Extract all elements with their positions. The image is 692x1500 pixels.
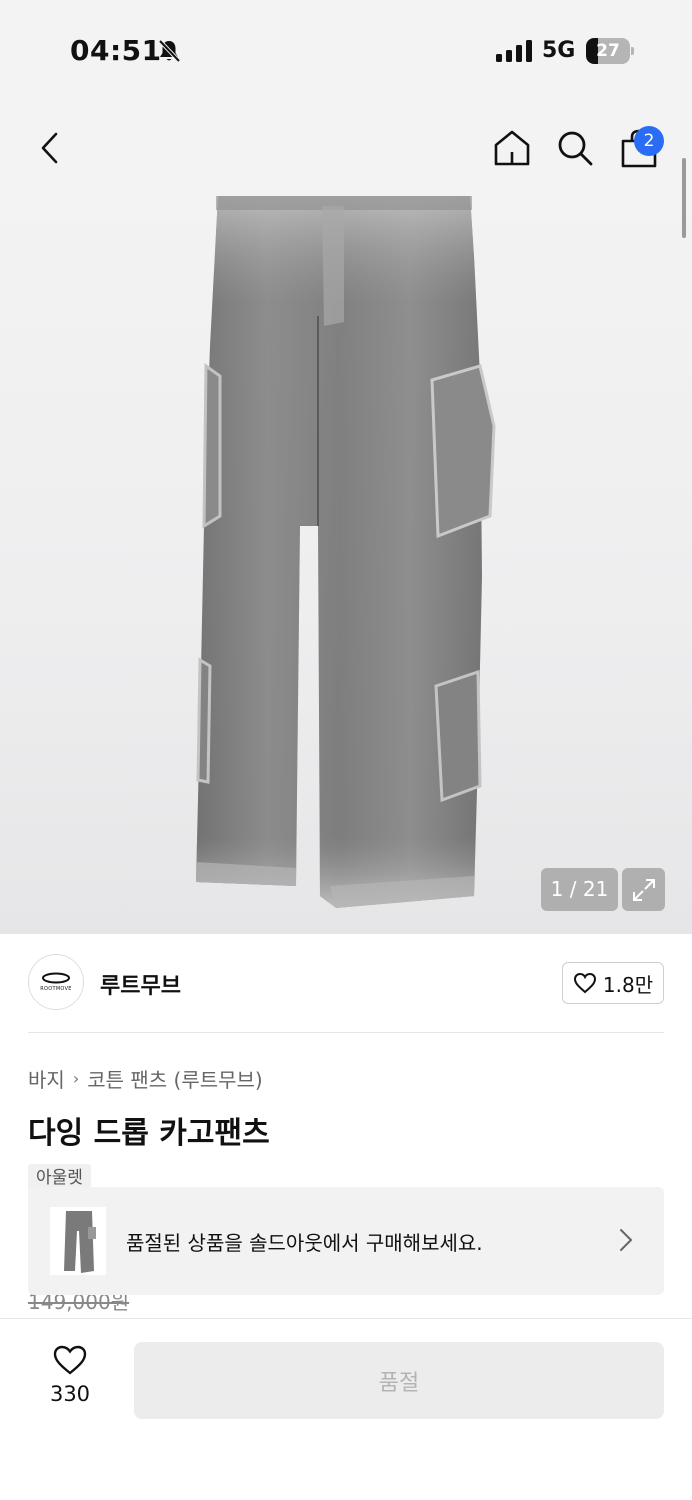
network-type: 5G [542,38,576,63]
heart-icon [53,1345,87,1375]
section-divider [28,1032,664,1033]
product-title: 다잉 드롭 카고팬츠 [28,1116,270,1151]
breadcrumb-category[interactable]: 바지 [28,1064,65,1093]
breadcrumb-subcategory[interactable]: 코튼 팬츠 (루트무브) [87,1064,263,1093]
expand-icon [632,878,655,901]
bell-muted-icon [158,39,181,63]
chevron-left-icon [41,132,58,164]
product-image-gallery[interactable]: 1 / 21 [0,196,692,934]
status-time: 04:51 [70,34,162,67]
banner-product-thumbnail [50,1207,106,1275]
breadcrumb: 바지 › 코튼 팬츠 (루트무브) [28,1064,263,1093]
wishlist-count: 330 [49,1382,91,1406]
soldout-promo-banner[interactable]: 품절된 상품을 솔드아웃에서 구매해보세요. [28,1187,664,1295]
home-icon [494,130,530,166]
image-counter: 1 / 21 [541,868,618,911]
brand-row: ROOTMOVE 루트무브 1.8만 [28,954,664,1014]
brand-like-count: 1.8만 [602,972,654,997]
banner-message: 품절된 상품을 솔드아웃에서 구매해보세요. [126,1231,483,1255]
cart-count-badge: 2 [634,126,664,156]
brand-logo[interactable]: ROOTMOVE [28,954,84,1010]
brand-logo-mark [42,972,70,984]
home-button[interactable] [490,126,534,170]
battery-percent: 27 [596,41,620,61]
brand-like-button[interactable]: 1.8만 [562,962,664,1004]
bottom-bar-divider [0,1318,692,1319]
brand-logo-text: ROOTMOVE [40,986,72,992]
chevron-right-icon: › [72,1069,80,1088]
back-button[interactable] [28,126,72,170]
brand-name[interactable]: 루트무브 [100,968,181,1000]
cellular-signal-icon [496,40,532,62]
chevron-right-icon [620,1229,633,1251]
soldout-purchase-button[interactable]: 품절 [134,1342,664,1419]
heart-icon [573,972,596,994]
status-bar: 04:51 5G 27 [0,0,692,100]
scrollbar-thumb[interactable] [682,158,686,238]
battery-icon: 27 [586,38,634,64]
top-nav-bar [0,100,692,196]
product-image [196,196,496,908]
search-icon [558,131,593,166]
expand-image-button[interactable] [622,868,665,911]
search-button[interactable] [553,126,597,170]
wishlist-button[interactable]: 330 [28,1344,112,1424]
